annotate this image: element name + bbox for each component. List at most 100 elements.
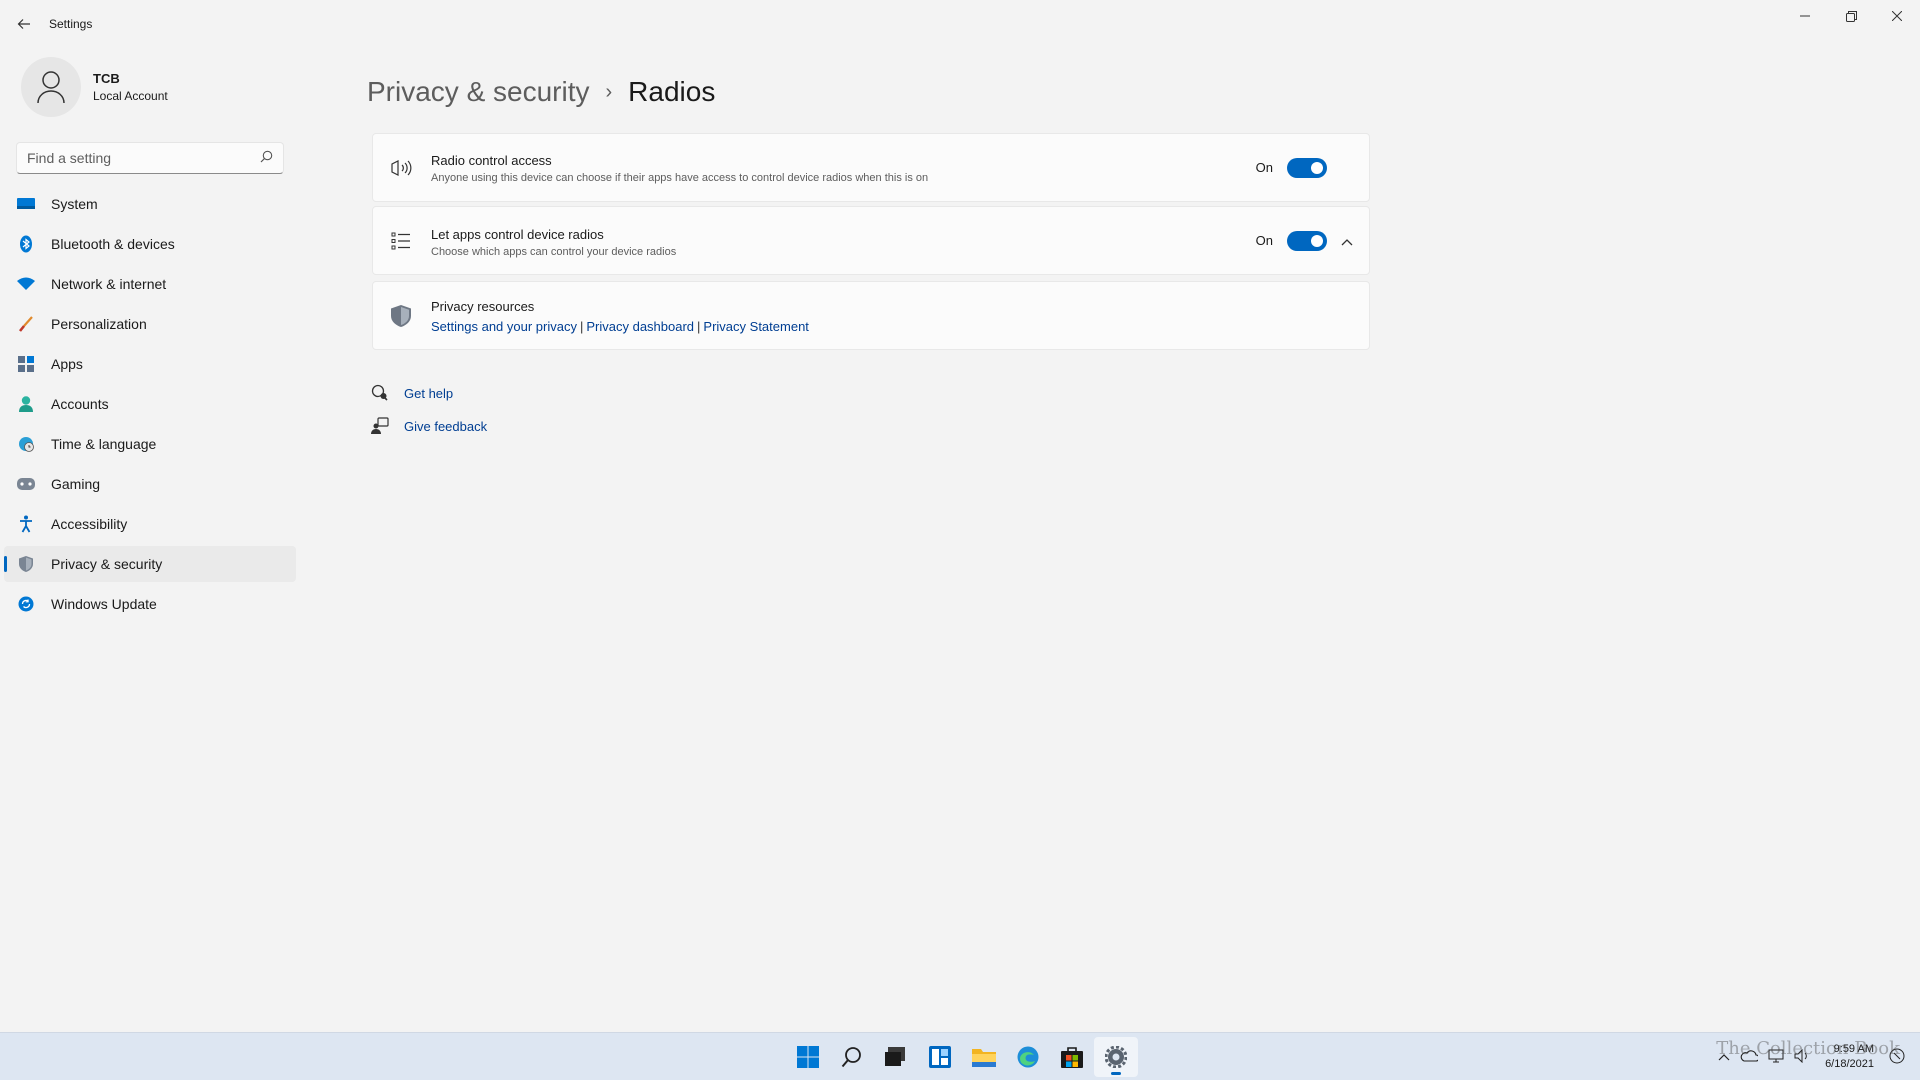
get-help-link[interactable]: Get help — [404, 386, 453, 401]
privacy-statement-link[interactable]: Privacy Statement — [703, 319, 809, 334]
toggle-knob — [1311, 161, 1323, 174]
edge-icon[interactable] — [1006, 1037, 1050, 1077]
apps-control-toggle-group: On — [1255, 230, 1327, 251]
sidebar-item-label: System — [51, 196, 98, 212]
sidebar-item-label: Time & language — [51, 436, 157, 452]
sidebar-item-accounts[interactable]: Accounts — [4, 386, 296, 422]
apps-control-radios-card[interactable]: Let apps control device radios Choose wh… — [372, 206, 1370, 275]
person-icon — [37, 71, 65, 104]
close-button[interactable] — [1874, 0, 1920, 32]
page-title: Radios — [628, 76, 716, 107]
window-controls — [1782, 0, 1920, 32]
title-bar: Settings — [0, 0, 1920, 48]
link-separator: | — [579, 319, 584, 334]
sidebar-nav: System Bluetooth & devices Network & int… — [4, 186, 296, 626]
close-icon — [1892, 11, 1902, 21]
sidebar-item-bluetooth[interactable]: Bluetooth & devices — [4, 226, 296, 262]
taskbar: 9:59 AM 6/18/2021 — [0, 1032, 1920, 1080]
store-icon[interactable] — [1050, 1037, 1094, 1077]
get-help-row[interactable]: Get help — [371, 384, 453, 402]
sidebar-item-label: Accessibility — [51, 516, 128, 532]
wifi-icon — [16, 274, 36, 294]
sidebar-item-privacy-security[interactable]: Privacy & security — [4, 546, 296, 582]
radio-control-access-card: Radio control access Anyone using this d… — [372, 133, 1370, 202]
back-button[interactable] — [10, 12, 38, 36]
radio-waves-icon — [389, 156, 413, 180]
user-profile[interactable]: TCB Local Account — [21, 57, 168, 117]
get-help-icon — [371, 384, 389, 402]
minimize-button[interactable] — [1782, 0, 1828, 32]
accounts-icon — [16, 394, 36, 414]
privacy-dashboard-link[interactable]: Privacy dashboard — [586, 319, 694, 334]
settings-icon[interactable] — [1094, 1037, 1138, 1077]
card-title: Radio control access — [431, 153, 552, 168]
breadcrumb: Privacy & security › Radios — [367, 76, 715, 108]
shield-icon — [389, 304, 413, 328]
taskbar-apps — [786, 1037, 1138, 1077]
gamepad-icon — [16, 474, 36, 494]
toggle-state-label: On — [1255, 160, 1273, 175]
file-explorer-icon[interactable] — [962, 1037, 1006, 1077]
settings-and-your-privacy-link[interactable]: Settings and your privacy — [431, 319, 577, 334]
start-icon[interactable] — [786, 1037, 830, 1077]
update-icon — [16, 594, 36, 614]
give-feedback-link[interactable]: Give feedback — [404, 419, 487, 434]
privacy-resources-card: Privacy resources Settings and your priv… — [372, 281, 1370, 350]
back-arrow-icon — [17, 19, 30, 29]
brush-icon — [16, 314, 36, 334]
app-title: Settings — [49, 17, 93, 31]
sidebar-item-personalization[interactable]: Personalization — [4, 306, 296, 342]
search-input[interactable] — [27, 150, 260, 166]
list-icon — [389, 229, 413, 253]
sidebar-item-label: Bluetooth & devices — [51, 236, 175, 252]
widgets-icon[interactable] — [918, 1037, 962, 1077]
feedback-icon — [371, 417, 389, 435]
sidebar-item-apps[interactable]: Apps — [4, 346, 296, 382]
watermark: The Collection Book — [1716, 1038, 1900, 1059]
search-box[interactable] — [16, 142, 284, 174]
give-feedback-row[interactable]: Give feedback — [371, 417, 487, 435]
radio-control-toggle-group: On — [1255, 157, 1327, 178]
task-view-icon[interactable] — [874, 1037, 918, 1077]
chevron-up-icon[interactable] — [1341, 233, 1353, 249]
sidebar-item-label: Apps — [51, 356, 83, 372]
profile-account-type: Local Account — [93, 89, 168, 103]
restore-icon — [1845, 10, 1857, 22]
clock-date: 6/18/2021 — [1825, 1058, 1874, 1070]
card-description: Choose which apps can control your devic… — [431, 246, 677, 258]
sidebar-item-label: Privacy & security — [51, 556, 163, 572]
card-title: Privacy resources — [431, 299, 535, 314]
breadcrumb-separator: › — [605, 80, 613, 103]
accessibility-icon — [16, 514, 36, 534]
shield-icon — [16, 554, 36, 574]
sidebar-item-label: Network & internet — [51, 276, 167, 292]
toggle-state-label: On — [1255, 233, 1273, 248]
avatar — [21, 57, 81, 117]
system-icon — [16, 194, 36, 214]
radio-control-access-toggle[interactable] — [1287, 157, 1327, 178]
sidebar-item-gaming[interactable]: Gaming — [4, 466, 296, 502]
toggle-knob — [1311, 234, 1323, 247]
sidebar-item-label: Personalization — [51, 316, 147, 332]
sidebar-item-time-language[interactable]: Time & language — [4, 426, 296, 462]
sidebar-item-windows-update[interactable]: Windows Update — [4, 586, 296, 622]
breadcrumb-parent[interactable]: Privacy & security — [367, 76, 590, 108]
profile-name: TCB — [93, 71, 120, 86]
privacy-links: Settings and your privacy | Privacy dashbo… — [431, 319, 809, 334]
sidebar-item-network[interactable]: Network & internet — [4, 266, 296, 302]
bluetooth-icon — [16, 234, 36, 254]
apps-control-radios-toggle[interactable] — [1287, 230, 1327, 251]
card-description: Anyone using this device can choose if t… — [431, 172, 929, 184]
sidebar-item-accessibility[interactable]: Accessibility — [4, 506, 296, 542]
apps-icon — [16, 354, 36, 374]
sidebar-item-label: Windows Update — [51, 596, 157, 612]
globe-clock-icon — [16, 434, 36, 454]
sidebar-item-system[interactable]: System — [4, 186, 296, 222]
search-icon[interactable] — [830, 1037, 874, 1077]
search-icon[interactable] — [260, 150, 273, 166]
card-title: Let apps control device radios — [431, 227, 604, 242]
sidebar-item-label: Accounts — [51, 396, 109, 412]
sidebar-item-label: Gaming — [51, 476, 101, 492]
restore-button[interactable] — [1828, 0, 1874, 32]
link-separator: | — [697, 319, 701, 334]
